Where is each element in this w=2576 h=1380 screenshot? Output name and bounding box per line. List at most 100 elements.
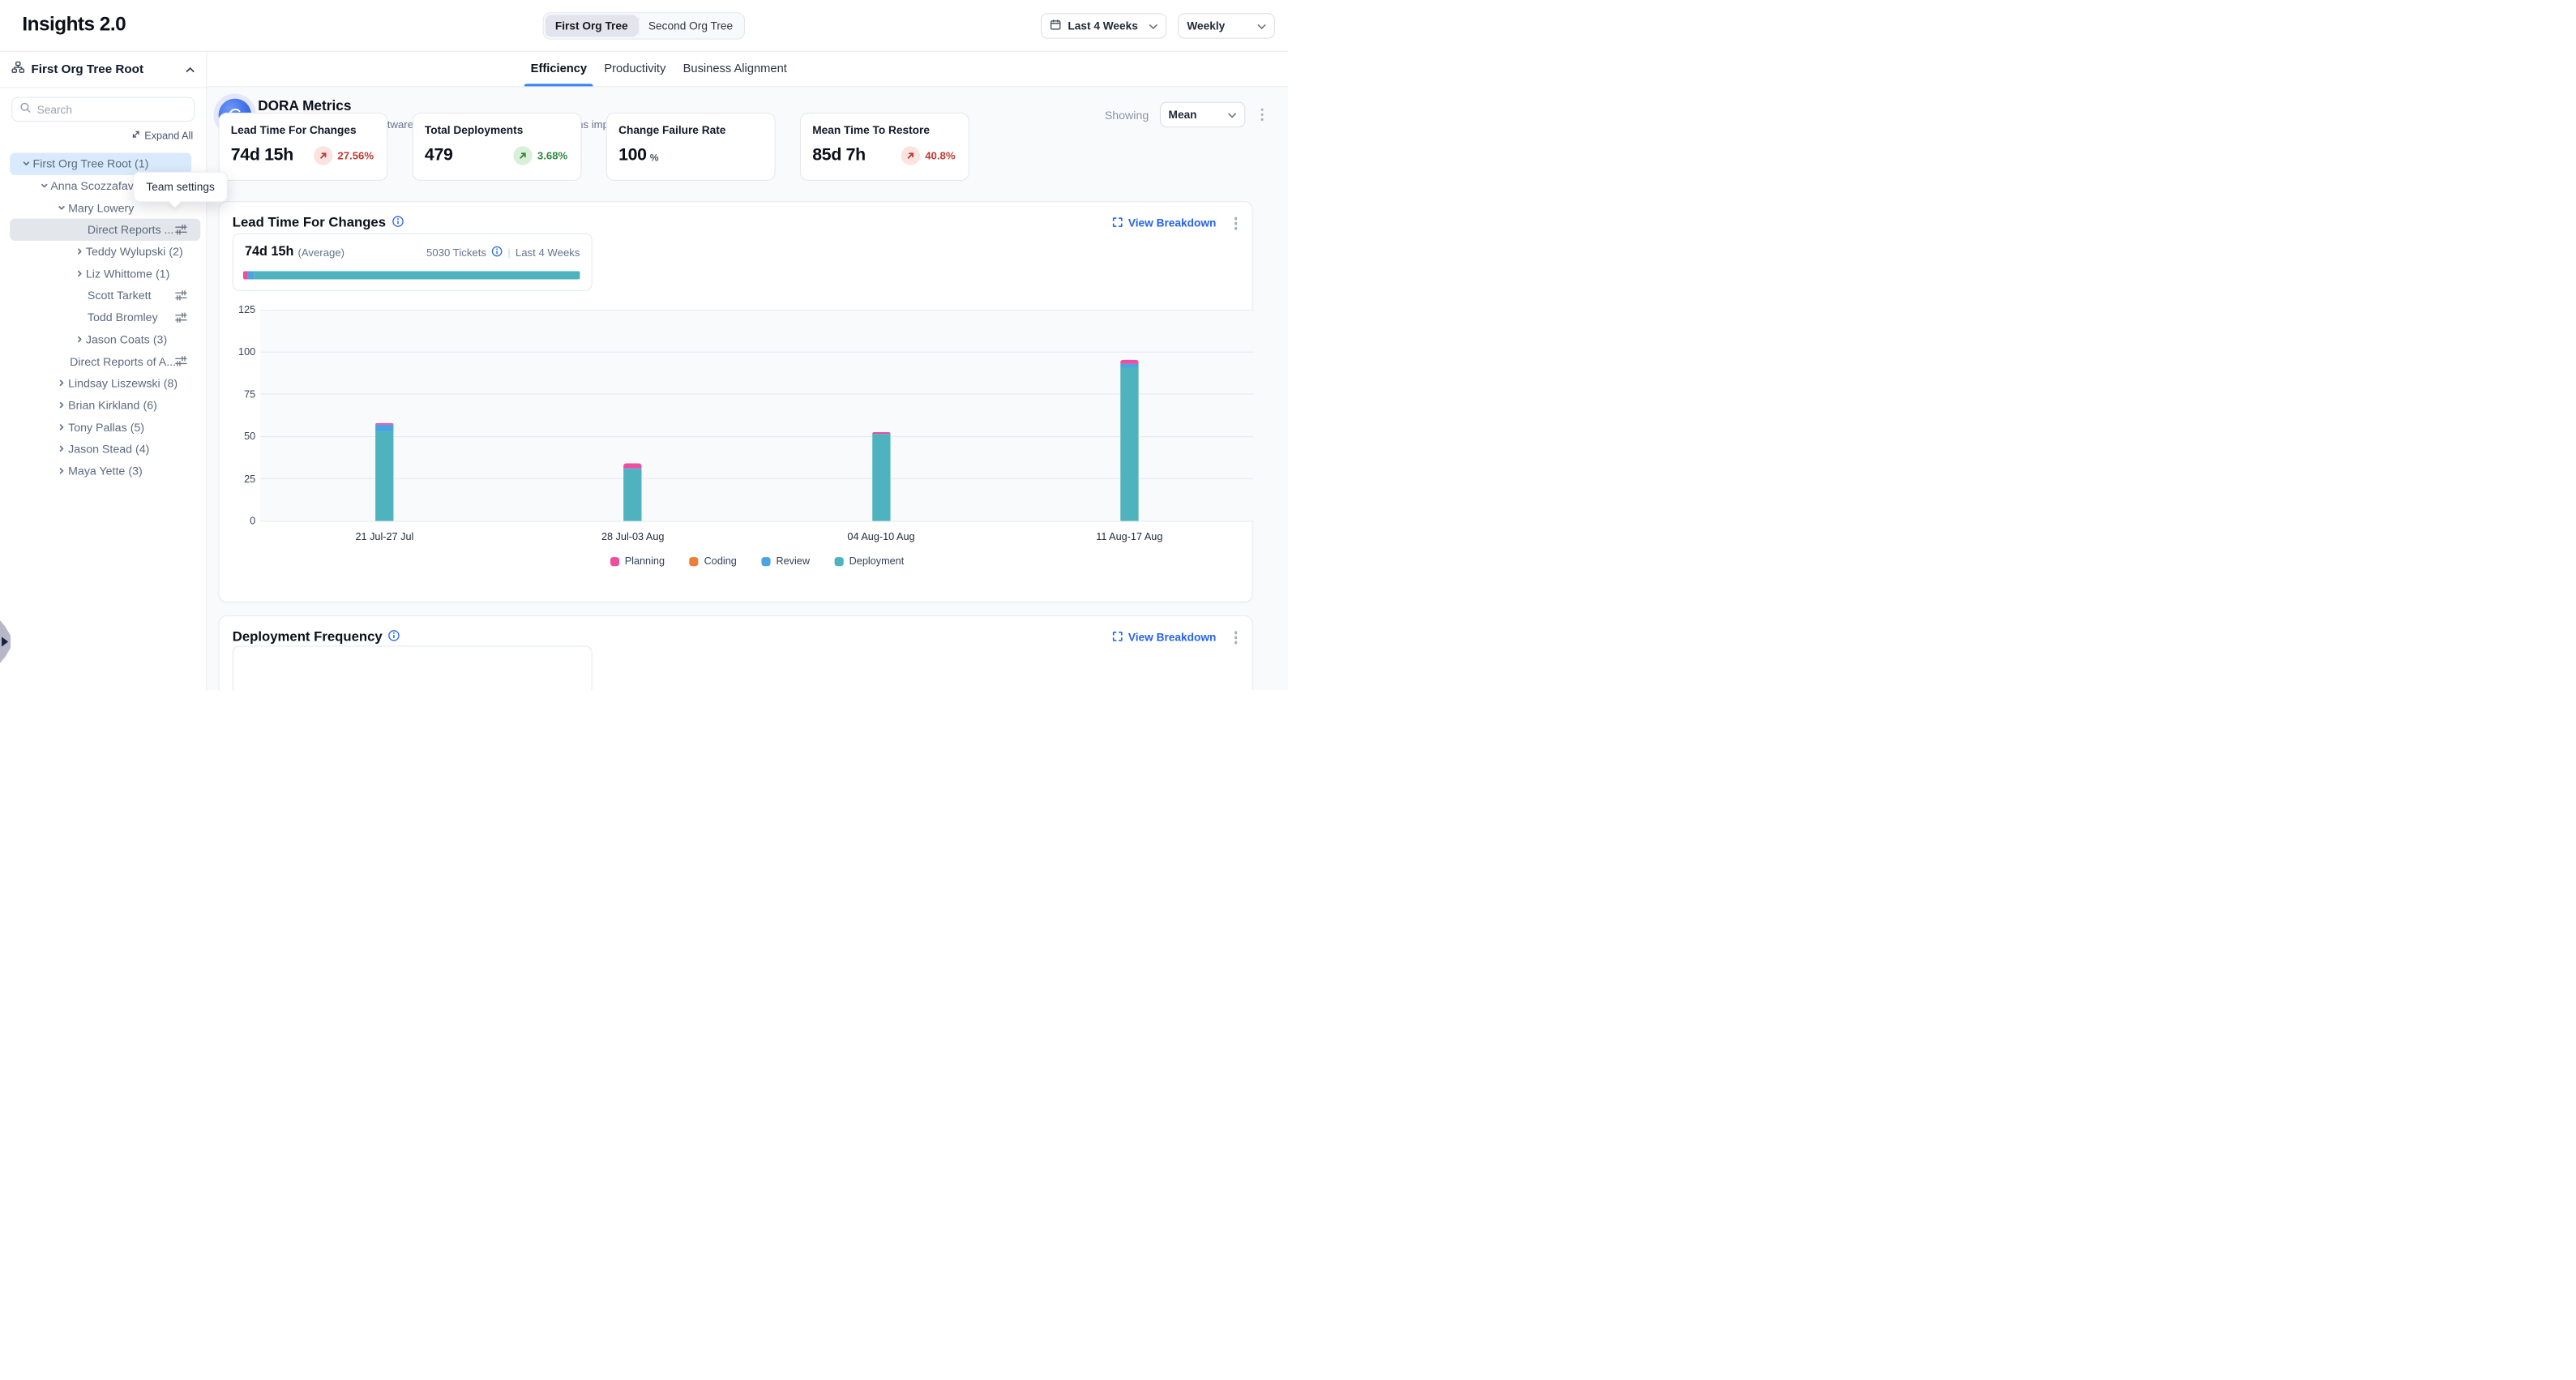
gridline-y-50 xyxy=(260,436,1253,437)
view-tabs-strip: Efficiency Productivity Business Alignme… xyxy=(207,52,1288,88)
trend-value: 3.68% xyxy=(537,149,567,161)
search-input[interactable] xyxy=(37,103,186,115)
metric-card-total-deployments: Total Deployments4793.68% xyxy=(413,113,582,181)
lead-time-header: Lead Time For Changes xyxy=(220,202,1252,233)
info-icon[interactable] xyxy=(392,215,404,231)
period-select[interactable]: Last 4 Weeks xyxy=(1041,13,1166,38)
team-settings-icon[interactable] xyxy=(175,224,187,238)
tree-item-direct-reports-of-a[interactable]: Direct Reports of A... xyxy=(10,350,200,372)
gridline-y-125 xyxy=(260,310,1253,311)
legend-swatch xyxy=(689,557,698,566)
chevron-right-icon[interactable] xyxy=(73,335,86,343)
tree-item-lindsay-liszewski[interactable]: Lindsay Liszewski(8) xyxy=(10,372,200,394)
deployment-frequency-view-breakdown-link[interactable]: View Breakdown xyxy=(1113,631,1217,644)
y-tick-label: 25 xyxy=(223,473,256,484)
deployment-frequency-panel: Deployment Frequency xyxy=(219,615,1253,690)
legend-label: Deployment xyxy=(849,555,905,567)
summary-bar-segment-deployment xyxy=(254,271,580,279)
tree-item-count: (5) xyxy=(131,420,144,433)
deployment-frequency-menu-button[interactable] xyxy=(1230,628,1243,647)
expand-icon xyxy=(131,130,140,141)
granularity-select[interactable]: Weekly xyxy=(1178,13,1275,38)
expand-all-button[interactable]: Expand All xyxy=(131,130,193,141)
chevron-right-icon[interactable] xyxy=(55,401,68,409)
lead-time-menu-button[interactable] xyxy=(1230,213,1243,233)
tree-item-count: (1) xyxy=(135,157,148,170)
expand-all-label: Expand All xyxy=(144,130,193,141)
caret-right-icon xyxy=(2,636,8,646)
org-tree-sidebar: First Org Tree Root Expand All xyxy=(0,52,207,690)
info-icon[interactable] xyxy=(491,245,503,259)
deployment-frequency-summary-card xyxy=(233,646,593,691)
tree-item-count: (1) xyxy=(156,267,169,280)
team-settings-icon[interactable] xyxy=(175,289,187,304)
tree-item-label: Maya Yette xyxy=(68,465,125,478)
sidebar-header[interactable]: First Org Tree Root xyxy=(0,52,206,88)
y-tick-label: 50 xyxy=(223,431,256,442)
legend-item-planning[interactable]: Planning xyxy=(610,555,665,567)
tab-productivity[interactable]: Productivity xyxy=(604,52,665,87)
legend-item-deployment[interactable]: Deployment xyxy=(834,555,904,567)
chevron-down-icon xyxy=(1228,109,1236,121)
chevron-down-icon xyxy=(1258,19,1266,32)
chevron-right-icon[interactable] xyxy=(55,379,68,387)
tree-item-jason-stead[interactable]: Jason Stead(4) xyxy=(10,438,200,460)
trend-badge: 3.68% xyxy=(514,146,568,165)
tree-item-teddy-wylupski[interactable]: Teddy Wylupski(2) xyxy=(10,241,200,263)
chevron-right-icon[interactable] xyxy=(55,467,68,475)
chevron-up-icon[interactable] xyxy=(186,62,195,77)
bar-segment-deployment xyxy=(1120,367,1138,521)
toggle-first-org-tree[interactable]: First Org Tree xyxy=(546,15,638,36)
tree-item-label: Mary Lowery xyxy=(68,201,134,214)
toggle-second-org-tree[interactable]: Second Org Tree xyxy=(639,15,743,36)
chevron-right-icon[interactable] xyxy=(73,269,86,277)
team-settings-icon[interactable] xyxy=(175,311,187,326)
lead-time-view-breakdown-link[interactable]: View Breakdown xyxy=(1113,216,1217,229)
tree-item-label: Todd Bromley xyxy=(88,311,158,324)
tab-business-alignment[interactable]: Business Alignment xyxy=(683,52,787,87)
tree-item-jason-coats[interactable]: Jason Coats(3) xyxy=(10,328,200,350)
view-tabs: Efficiency Productivity Business Alignme… xyxy=(531,52,787,87)
y-tick-label: 75 xyxy=(223,388,256,400)
legend-label: Coding xyxy=(704,555,737,567)
legend-item-coding[interactable]: Coding xyxy=(689,555,736,567)
tree-item-scott-tarkett[interactable]: Scott Tarkett xyxy=(10,285,200,306)
tree-item-todd-bromley[interactable]: Todd Bromley xyxy=(10,306,200,328)
tree-item-direct-reports[interactable]: Direct Reports ... xyxy=(10,219,200,241)
tree-item-label: Liz Whittome xyxy=(86,267,152,280)
showing-select-value: Mean xyxy=(1169,109,1222,121)
tree-item-maya-yette[interactable]: Maya Yette(3) xyxy=(10,460,200,482)
legend-item-review[interactable]: Review xyxy=(761,555,810,567)
chevron-right-icon[interactable] xyxy=(73,247,86,255)
sidebar-header-label: First Org Tree Root xyxy=(32,62,179,76)
team-settings-icon[interactable] xyxy=(175,355,187,370)
tree-item-brian-kirkland[interactable]: Brian Kirkland(6) xyxy=(10,394,200,416)
chevron-down-icon[interactable] xyxy=(55,204,68,212)
metric-card-title: Total Deployments xyxy=(425,124,569,136)
chevron-down-icon[interactable] xyxy=(19,160,32,168)
trend-value: 40.8% xyxy=(925,149,955,161)
legend-label: Review xyxy=(776,555,810,567)
chevron-right-icon[interactable] xyxy=(55,445,68,453)
top-bar: Insights 2.0 First Org Tree Second Org T… xyxy=(0,0,1288,52)
dora-menu-button[interactable] xyxy=(1256,105,1269,124)
tree-item-count: (6) xyxy=(143,398,156,411)
view-breakdown-label: View Breakdown xyxy=(1128,632,1216,644)
tree-item-liz-whittome[interactable]: Liz Whittome (1) xyxy=(10,263,200,285)
metric-cards: Lead Time For Changes74d 15h27.56% Total … xyxy=(219,113,969,181)
summary-value: 74d 15h xyxy=(245,245,293,259)
chevron-right-icon[interactable] xyxy=(55,422,68,431)
metric-card-title: Mean Time To Restore xyxy=(812,124,956,136)
showing-select[interactable]: Mean xyxy=(1159,102,1244,127)
chevron-down-icon[interactable] xyxy=(37,182,50,190)
page-title: Insights 2.0 xyxy=(22,13,126,36)
tab-efficiency[interactable]: Efficiency xyxy=(531,52,587,87)
metric-card-value: 100 xyxy=(618,145,647,165)
metric-card-title: Lead Time For Changes xyxy=(231,124,375,136)
tree-item-tony-pallas[interactable]: Tony Pallas(5) xyxy=(10,416,200,438)
metric-card-value-row: 85d 7h40.8% xyxy=(812,145,956,165)
view-breakdown-label: View Breakdown xyxy=(1128,217,1216,229)
metric-card-lead-time-for-changes: Lead Time For Changes74d 15h27.56% xyxy=(219,113,388,181)
info-icon[interactable] xyxy=(388,629,400,645)
gridline-y-100 xyxy=(260,352,1253,353)
